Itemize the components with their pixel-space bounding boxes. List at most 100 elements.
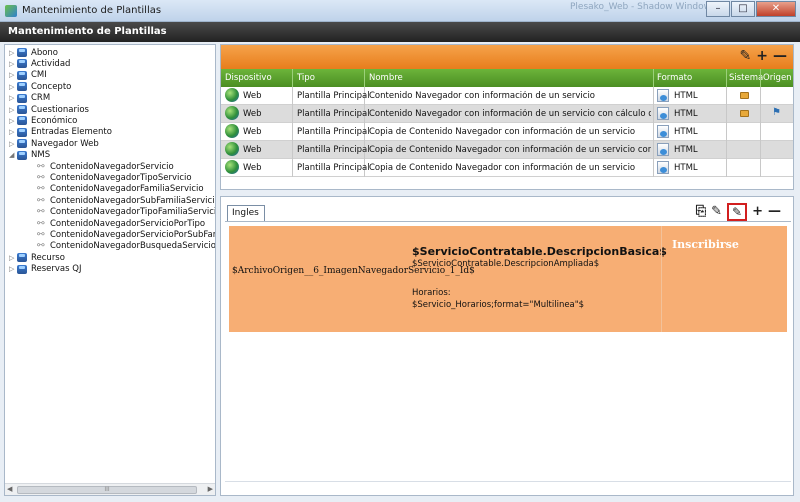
table-row[interactable]: Web Plantilla Principal Copia de Contenido…: [221, 123, 793, 141]
tree-item[interactable]: ▷ Entradas Elemento: [9, 127, 112, 138]
close-button[interactable]: ✕: [756, 1, 796, 17]
tree-item-label: Recurso: [31, 252, 65, 263]
expand-icon[interactable]: ▷: [9, 94, 17, 102]
cell-tipo: Plantilla Principal: [297, 163, 370, 173]
tree-horizontal-scrollbar[interactable]: ◀ III ▶: [5, 483, 215, 495]
edit-template-icon[interactable]: ✎: [727, 203, 748, 221]
folder-icon: [17, 127, 27, 137]
cell-formato: HTML: [674, 127, 698, 137]
edit-icon[interactable]: ✎: [740, 47, 752, 65]
cell-formato: HTML: [674, 145, 698, 155]
tree-item[interactable]: ⚯ ContenidoNavegadorServicioPorTipo: [37, 218, 205, 229]
tree-item[interactable]: ▷ Cuestionarios: [9, 104, 89, 115]
expand-icon[interactable]: ▷: [9, 117, 17, 125]
globe-icon: [225, 124, 239, 138]
column-formato[interactable]: Formato: [657, 73, 692, 83]
globe-icon: [225, 160, 239, 174]
tree-item-label: Navegador Web: [31, 138, 99, 149]
tree-item[interactable]: ▷ Navegador Web: [9, 138, 99, 149]
cell-formato: HTML: [674, 163, 698, 173]
title-variable: $ServicioContratable.DescripcionBasica$: [412, 245, 667, 258]
folder-icon: [17, 116, 27, 126]
column-nombre[interactable]: Nombre: [369, 73, 403, 83]
tree-item-label: NMS: [31, 150, 51, 161]
cell-dispositivo: Web: [243, 109, 262, 119]
expand-icon[interactable]: ▷: [9, 83, 17, 91]
minimize-button[interactable]: –: [706, 1, 730, 17]
expand-icon[interactable]: ▷: [9, 128, 17, 136]
maximize-button[interactable]: □: [731, 1, 755, 17]
tree-item[interactable]: ▷ Reservas QJ: [9, 264, 81, 275]
tree-item[interactable]: ⚯ ContenidoNavegadorSubFamiliaServicio: [37, 195, 215, 206]
tree-item[interactable]: ⚯ ContenidoNavegadorFamiliaServicio: [37, 184, 204, 195]
tree-item[interactable]: ▷ Concepto: [9, 81, 71, 92]
tree-item[interactable]: ◢ NMS: [9, 150, 50, 161]
tree-item[interactable]: ▷ Actividad: [9, 58, 70, 69]
tree-item-label: CRM: [31, 93, 51, 104]
grid-header: Dispositivo Tipo Nombre Formato Sistema …: [221, 69, 793, 87]
cell-tipo: Plantilla Principal: [297, 109, 370, 119]
scroll-right-icon[interactable]: ▶: [208, 485, 213, 493]
copy-icon[interactable]: ⎘: [696, 204, 706, 220]
tree-item[interactable]: ⚯ ContenidoNavegadorTipoFamiliaServicio: [37, 207, 215, 218]
inscribirse-button[interactable]: Inscribirse: [672, 238, 739, 251]
editor-scrollbar[interactable]: [225, 481, 791, 489]
scroll-left-icon[interactable]: ◀: [7, 485, 12, 493]
scroll-thumb[interactable]: III: [17, 486, 197, 494]
column-sistema[interactable]: Sistema: [729, 73, 763, 83]
tab-ingles[interactable]: Ingles: [227, 205, 265, 221]
tree-item[interactable]: ▷ CRM: [9, 93, 50, 104]
cell-tipo: Plantilla Principal: [297, 91, 370, 101]
column-tipo[interactable]: Tipo: [297, 73, 315, 83]
html-file-icon: [657, 161, 669, 174]
tree-item-label: ContenidoNavegadorServicioPorTipo: [50, 218, 206, 229]
expand-icon[interactable]: ▷: [9, 254, 17, 262]
html-file-icon: [657, 143, 669, 156]
tree-item[interactable]: ⚯ ContenidoNavegadorServicioPorSubFamilia: [37, 229, 216, 240]
tree-item[interactable]: ▷ Abono: [9, 47, 58, 58]
template-tree[interactable]: ◀ III ▶ ▷ Abono ▷ Actividad ▷ CMI ▷ Concepto ▷ CR…: [4, 44, 216, 496]
collapse-icon[interactable]: ◢: [9, 151, 17, 159]
cell-dispositivo: Web: [243, 127, 262, 137]
cell-nombre: Copia de Contenido Navegador con informa…: [369, 145, 651, 155]
cell-formato: HTML: [674, 91, 698, 101]
tree-item[interactable]: ⚯ ContenidoNavegadorServicio: [37, 161, 174, 172]
folder-icon: [17, 93, 27, 103]
table-row[interactable]: Web Plantilla Principal Contenido Navegado…: [221, 105, 793, 123]
expand-icon[interactable]: ▷: [9, 140, 17, 148]
expand-icon[interactable]: ▷: [9, 265, 17, 273]
expand-icon[interactable]: ▷: [9, 106, 17, 114]
tree-item[interactable]: ⚯ ContenidoNavegadorBusquedaServicio: [37, 241, 215, 252]
template-text-block: $ServicioContratable.DescripcionBasica$ …: [412, 245, 667, 311]
tree-item-label: ContenidoNavegadorTipoServicio: [50, 172, 192, 183]
cell-dispositivo: Web: [243, 91, 262, 101]
edit-icon[interactable]: ✎: [711, 204, 722, 220]
app-icon: [5, 5, 17, 17]
table-row[interactable]: Web Plantilla Principal Copia de Contenido…: [221, 159, 793, 177]
cell-dispositivo: Web: [243, 163, 262, 173]
table-row[interactable]: Web Plantilla Principal Copia de Contenido…: [221, 141, 793, 159]
table-row[interactable]: Web Plantilla Principal Contenido Navegado…: [221, 87, 793, 105]
expand-icon[interactable]: ▷: [9, 49, 17, 57]
tree-item[interactable]: ▷ Económico: [9, 115, 77, 126]
add-icon[interactable]: +: [752, 204, 763, 220]
tree-item[interactable]: ▷ Recurso: [9, 252, 65, 263]
column-dispositivo[interactable]: Dispositivo: [225, 73, 272, 83]
tree-item-label: ContenidoNavegadorServicioPorSubFamilia: [50, 229, 216, 240]
add-icon[interactable]: +: [756, 47, 768, 65]
tree-item-label: Reservas QJ: [31, 264, 82, 275]
tree-item-label: Entradas Elemento: [31, 127, 112, 138]
expand-icon[interactable]: ▷: [9, 71, 17, 79]
column-origen[interactable]: Origen: [763, 73, 792, 83]
horarios-variable: $Servicio_Horarios;format="Multilinea"$: [412, 300, 585, 310]
expand-icon[interactable]: ▷: [9, 60, 17, 68]
template-preview[interactable]: $ArchivoOrigen__6_ImagenNavegadorServici…: [229, 226, 787, 332]
folder-icon: [17, 105, 27, 114]
tree-item[interactable]: ⚯ ContenidoNavegadorTipoServicio: [37, 172, 192, 183]
remove-icon[interactable]: —: [768, 204, 781, 220]
tree-item[interactable]: ▷ CMI: [9, 70, 47, 81]
image-placeholder: $ArchivoOrigen__6_ImagenNavegadorServici…: [232, 266, 475, 276]
tree-item-label: Económico: [31, 115, 78, 126]
cell-nombre: Contenido Navegador con información de u…: [369, 109, 651, 119]
remove-icon[interactable]: —: [773, 47, 787, 65]
